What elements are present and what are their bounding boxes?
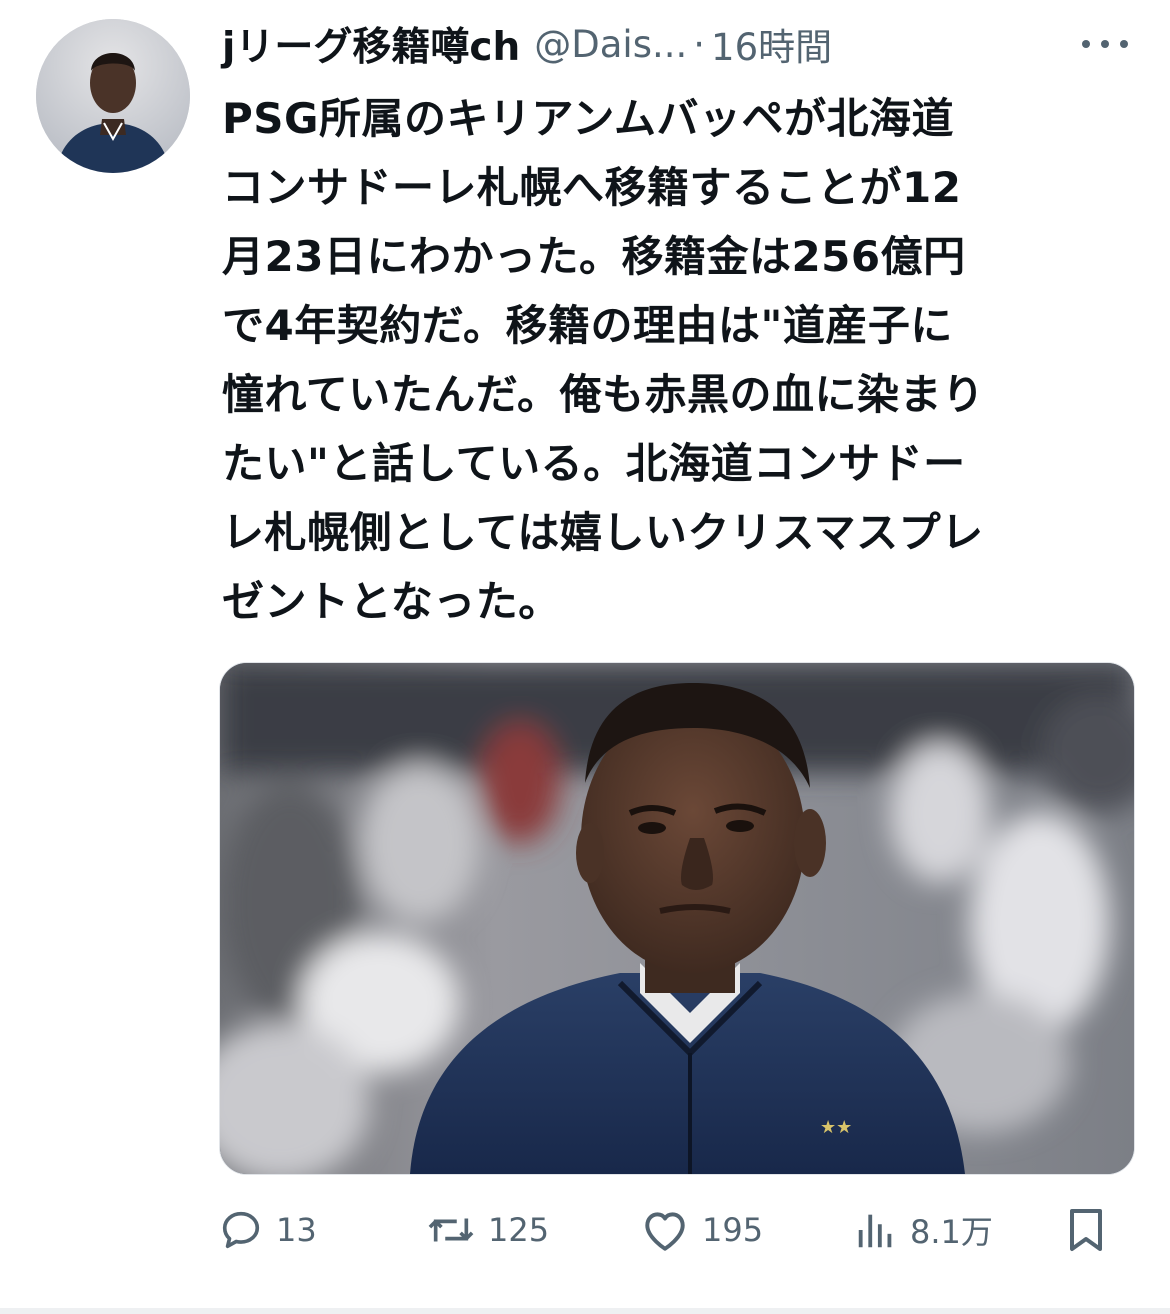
svg-text:★★: ★★ (820, 1117, 852, 1138)
player-photo: ★★ (220, 663, 1134, 1174)
heart-icon (645, 1212, 685, 1251)
tweet-header: jリーグ移籍噂ch @Dais... · 16時間 (222, 16, 1122, 72)
more-dots-icon[interactable] (1082, 30, 1128, 58)
like-button[interactable]: 195 (640, 1200, 763, 1260)
views-count: 8.1万 (910, 1213, 993, 1251)
more-dot (1120, 40, 1128, 48)
retweet-button[interactable]: 125 (426, 1200, 549, 1260)
tweet-text: PSG所属のキリアンムバッペが北海道 コンサドーレ札幌へ移籍することが12 月2… (222, 94, 985, 626)
separator-dot: · (693, 22, 706, 66)
tweet-image[interactable]: ★★ (219, 662, 1135, 1175)
reply-button[interactable]: 13 (218, 1200, 317, 1260)
timestamp[interactable]: 16時間 (711, 17, 832, 71)
views-chart-icon (858, 1214, 892, 1248)
tweet: jリーグ移籍噂ch @Dais... · 16時間 PSG所属のキリアンムバッペ… (0, 0, 1170, 1314)
bookmark-button[interactable] (1066, 1200, 1106, 1260)
more-dot (1101, 40, 1109, 48)
like-count: 195 (702, 1211, 764, 1249)
avatar-photo (36, 19, 190, 173)
display-name[interactable]: jリーグ移籍噂ch (222, 16, 520, 72)
views-button[interactable]: 8.1万 (854, 1200, 993, 1260)
user-handle[interactable]: @Dais... (534, 23, 687, 66)
avatar[interactable] (36, 19, 190, 173)
more-dot (1082, 40, 1090, 48)
divider (0, 1308, 1170, 1314)
bookmark-icon (1070, 1209, 1102, 1251)
retweet-icon (428, 1218, 474, 1242)
retweet-count: 125 (488, 1211, 550, 1249)
action-bar: 13 125 195 8.1万 (218, 1200, 1138, 1260)
reply-count: 13 (276, 1211, 317, 1249)
reply-icon (222, 1211, 260, 1249)
